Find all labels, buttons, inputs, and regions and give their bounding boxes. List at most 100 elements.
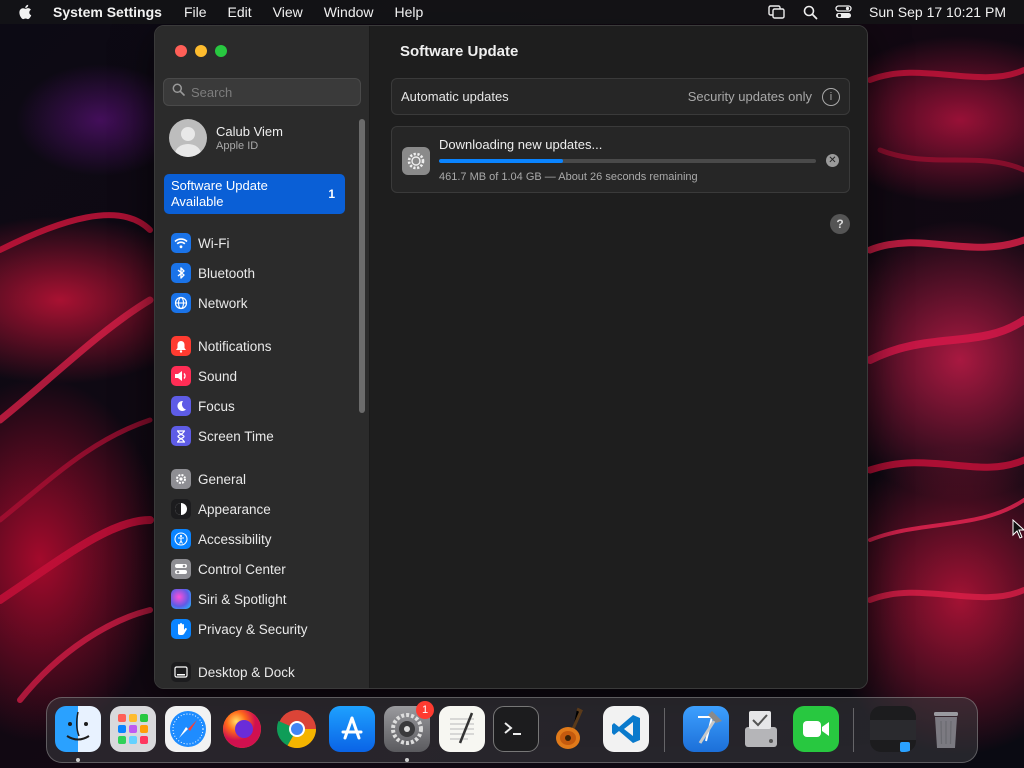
download-progress-bar: [439, 159, 816, 163]
sidebar-item-accessibility[interactable]: Accessibility: [171, 528, 272, 550]
accessibility-icon: [171, 529, 191, 549]
help-button[interactable]: ?: [830, 214, 850, 234]
dock-trash-icon[interactable]: [923, 706, 969, 752]
sidebar-item-label: Focus: [198, 398, 235, 414]
minimize-button[interactable]: [195, 45, 207, 57]
speaker-icon: [171, 366, 191, 386]
sidebar-item-label: General: [198, 471, 247, 487]
sidebar-item-appearance[interactable]: Appearance: [171, 498, 271, 520]
close-button[interactable]: [175, 45, 187, 57]
dock-separator: [664, 708, 665, 752]
sidebar-item-label: Control Center: [198, 561, 286, 577]
automatic-updates-row: Automatic updates Security updates only …: [391, 78, 850, 115]
dock-separator: [853, 708, 854, 752]
sidebar-item-label: Sound: [198, 368, 238, 384]
app-menu-system-settings[interactable]: System Settings: [53, 4, 162, 20]
dock-disk-utility-icon[interactable]: [738, 706, 784, 752]
spotlight-search-icon[interactable]: [803, 5, 818, 20]
apple-id-account[interactable]: Calub Viem Apple ID: [169, 119, 283, 157]
apple-icon[interactable]: [18, 4, 36, 20]
download-status-text: 461.7 MB of 1.04 GB — About 26 seconds r…: [439, 171, 698, 183]
cancel-download-button[interactable]: ✕: [826, 154, 839, 167]
dock-safari-icon[interactable]: [165, 706, 211, 752]
sidebar-item-label: Software Update Available: [171, 178, 268, 209]
dock-finder-icon[interactable]: [55, 706, 101, 752]
main-content: Software Update Automatic updates Securi…: [371, 26, 867, 688]
menu-window[interactable]: Window: [324, 4, 374, 20]
sidebar-item-desktop-dock[interactable]: Desktop & Dock: [171, 661, 295, 683]
info-icon[interactable]: i: [822, 87, 840, 106]
account-subtitle: Apple ID: [216, 140, 259, 152]
sidebar-item-focus[interactable]: Focus: [171, 395, 235, 417]
sidebar-item-control-center[interactable]: Control Center: [171, 558, 286, 580]
hourglass-icon: [171, 426, 191, 446]
hand-icon: [171, 619, 191, 639]
sidebar-item-label: Desktop & Dock: [198, 664, 295, 680]
sidebar-item-label: Screen Time: [198, 428, 274, 444]
sidebar: Calub Viem Apple ID Software Update Avai…: [155, 26, 370, 688]
dock-app-store-icon[interactable]: [329, 706, 375, 752]
sidebar-item-label: Notifications: [198, 338, 272, 354]
running-indicator: [405, 758, 409, 762]
menu-view[interactable]: View: [273, 4, 303, 20]
sidebar-item-siri-spotlight[interactable]: Siri & Spotlight: [171, 588, 287, 610]
zoom-button[interactable]: [215, 45, 227, 57]
sidebar-item-label: Appearance: [198, 501, 271, 517]
dock-garageband-icon[interactable]: [548, 706, 594, 752]
sidebar-item-general[interactable]: General: [171, 468, 246, 490]
control-center-icon[interactable]: [835, 5, 852, 19]
bell-icon: [171, 336, 191, 356]
search-field[interactable]: [163, 78, 361, 106]
appearance-icon: [171, 499, 191, 519]
sidebar-item-privacy-security[interactable]: Privacy & Security: [171, 618, 308, 640]
sidebar-item-label: Accessibility: [198, 531, 272, 547]
sidebar-item-network[interactable]: Network: [171, 292, 248, 314]
system-settings-window: Calub Viem Apple ID Software Update Avai…: [154, 25, 868, 689]
dock-launchpad-icon[interactable]: [110, 706, 156, 752]
dock-xcode-icon[interactable]: [683, 706, 729, 752]
automatic-updates-label: Automatic updates: [401, 89, 509, 104]
globe-icon: [171, 293, 191, 313]
dock-downloads-stack-icon[interactable]: [870, 706, 916, 752]
dock-firefox-icon[interactable]: [219, 706, 265, 752]
notification-badge: 1: [416, 701, 434, 719]
avatar: [169, 119, 207, 157]
screen-mirroring-icon[interactable]: [768, 5, 786, 19]
menu-edit[interactable]: Edit: [228, 4, 252, 20]
dock-textedit-icon[interactable]: [439, 706, 485, 752]
update-count-badge: 1: [328, 187, 335, 201]
automatic-updates-value: Security updates only: [687, 89, 812, 104]
sidebar-item-label: Privacy & Security: [198, 621, 308, 637]
sidebar-item-notifications[interactable]: Notifications: [171, 335, 272, 357]
sidebar-item-wifi[interactable]: Wi-Fi: [171, 232, 229, 254]
dock-vscode-icon[interactable]: [603, 706, 649, 752]
bluetooth-icon: [171, 263, 191, 283]
dock-facetime-icon[interactable]: [793, 706, 839, 752]
sidebar-item-bluetooth[interactable]: Bluetooth: [171, 262, 255, 284]
wifi-icon: [171, 233, 191, 253]
sidebar-item-label: Bluetooth: [198, 265, 256, 281]
page-title: Software Update: [400, 43, 519, 60]
search-input[interactable]: [191, 84, 351, 100]
dock-chrome-icon[interactable]: [274, 706, 320, 752]
sidebar-scrollbar[interactable]: [359, 119, 365, 413]
download-heading: Downloading new updates...: [439, 137, 603, 152]
menu-bar: System Settings File Edit View Window He…: [0, 0, 1024, 24]
siri-icon: [171, 589, 191, 609]
sidebar-item-label: Wi-Fi: [198, 235, 230, 251]
download-progress-fill: [439, 159, 564, 163]
search-icon: [172, 83, 185, 101]
dock-terminal-icon[interactable]: [493, 706, 539, 752]
sidebar-item-software-update[interactable]: Software Update Available 1: [164, 174, 345, 214]
software-update-gear-icon: [402, 147, 430, 175]
control-center-icon: [171, 559, 191, 579]
window-controls: [175, 45, 227, 57]
sidebar-item-screen-time[interactable]: Screen Time: [171, 425, 274, 447]
desktop-icon: [171, 662, 191, 682]
mouse-pointer-icon: [1012, 518, 1024, 544]
sidebar-item-sound[interactable]: Sound: [171, 365, 237, 387]
menu-help[interactable]: Help: [395, 4, 424, 20]
menu-bar-clock[interactable]: Sun Sep 17 10:21 PM: [869, 4, 1006, 20]
sidebar-item-label: Siri & Spotlight: [198, 591, 287, 607]
menu-file[interactable]: File: [184, 4, 207, 20]
